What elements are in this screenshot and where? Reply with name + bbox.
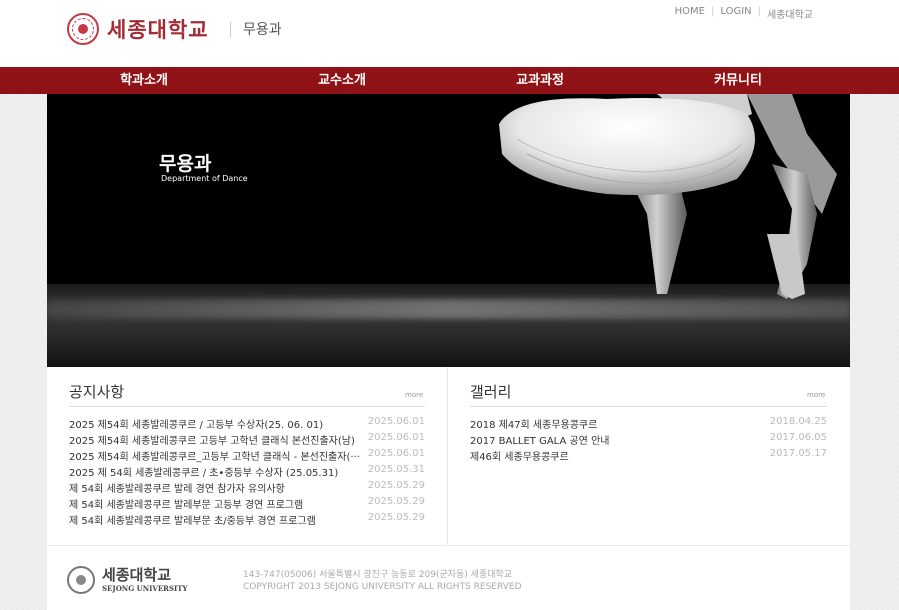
footer-copyright: COPYRIGHT 2013 SEJONG UNIVERSITY ALL RIG… [243, 582, 522, 592]
utility-links: HOME | LOGIN | 세종대학교 [669, 6, 819, 21]
university-logo[interactable]: 세종대학교 [67, 13, 209, 45]
department-name[interactable]: 무용과 [230, 22, 282, 38]
logo-text: 세종대학교 [107, 18, 209, 42]
item-title: 2025 제 54회 세종발레콩쿠르 / 초•중등부 수상자 (25.05.31… [69, 468, 339, 479]
item-date: 2025.06.01 [367, 432, 425, 443]
item-date: 2025.06.01 [367, 416, 425, 427]
university-seal-icon [67, 13, 99, 45]
header: 세종대학교 무용과 HOME | LOGIN | 세종대학교 [0, 0, 899, 67]
footer: 세종대학교 SEJONG UNIVERSITY 143-747(05006) 서… [47, 545, 850, 610]
list-item[interactable]: 2025 제54회 세종발레콩쿠르 / 고등부 수상자(25. 06. 01) 2… [69, 416, 425, 431]
list-item[interactable]: 제 54회 세종발레콩쿠르 발레부문 고등부 경연 프로그램 2025.05.29 [69, 496, 425, 511]
home-link[interactable]: HOME [669, 6, 711, 21]
notice-rule [69, 406, 425, 407]
item-title: 2025 제54회 세종발레콩쿠르_고등부 고학년 클래식 - 본선진출자(··… [69, 452, 360, 463]
list-item[interactable]: 2025 제 54회 세종발레콩쿠르 / 초•중등부 수상자 (25.05.31… [69, 464, 425, 479]
university-link[interactable]: 세종대학교 [761, 6, 819, 21]
nav-item-about[interactable]: 학과소개 [44, 67, 244, 94]
item-date: 2017.05.17 [769, 448, 827, 459]
footer-university-name: 세종대학교 [102, 566, 172, 584]
item-date: 2025.05.29 [367, 480, 425, 491]
item-title: 2025 제54회 세종발레콩쿠르 / 고등부 수상자(25. 06. 01) [69, 420, 324, 431]
list-item[interactable]: 2017 BALLET GALA 공연 안내 2017.06.05 [470, 432, 827, 447]
item-date: 2018.04.25 [769, 416, 827, 427]
item-title: 제 54회 세종발레콩쿠르 발레부문 고등부 경연 프로그램 [69, 500, 304, 511]
item-title: 2017 BALLET GALA 공연 안내 [470, 436, 610, 447]
item-title: 제 54회 세종발레콩쿠르 발레 경연 참가자 유의사항 [69, 484, 285, 495]
notice-more-link[interactable]: more [405, 391, 423, 399]
list-item[interactable]: 2018 제47회 세종무용콩쿠르 2018.04.25 [470, 416, 827, 431]
hero-title: 무용과 [159, 153, 212, 175]
gallery-title: 갤러리 [470, 383, 512, 401]
nav-item-faculty[interactable]: 교수소개 [242, 67, 442, 94]
hero-banner: 무용과 Department of Dance [47, 94, 850, 367]
list-item[interactable]: 2025 제54회 세종발레콩쿠르 고등부 고학년 클래식 본선진출자(남) 20… [69, 432, 425, 447]
item-title: 제 54회 세종발레콩쿠르 발레부문 초/중등부 경연 프로그램 [69, 516, 316, 527]
item-title: 2025 제54회 세종발레콩쿠르 고등부 고학년 클래식 본선진출자(남) [69, 436, 355, 447]
main-nav: 학과소개 교수소개 교과과정 커뮤니티 [0, 67, 899, 94]
ballerina-image [499, 94, 837, 299]
list-item[interactable]: 제 54회 세종발레콩쿠르 발레 경연 참가자 유의사항 2025.05.29 [69, 480, 425, 495]
item-date: 2025.05.29 [367, 496, 425, 507]
content-area: 공지사항 more 2025 제54회 세종발레콩쿠르 / 고등부 수상자(25… [47, 367, 850, 545]
item-date: 2017.06.05 [769, 432, 827, 443]
login-link[interactable]: LOGIN [714, 6, 757, 21]
item-date: 2025.05.29 [367, 512, 425, 523]
item-date: 2025.05.31 [367, 464, 425, 475]
footer-address: 143-747(05006) 서울특별시 광진구 능동로 209(군자동) 세종… [243, 570, 513, 580]
nav-item-community[interactable]: 커뮤니티 [638, 67, 838, 94]
notice-title: 공지사항 [69, 383, 125, 401]
footer-seal-icon [67, 566, 95, 594]
gallery-more-link[interactable]: more [807, 391, 825, 399]
item-date: 2025.06.01 [367, 448, 425, 459]
nav-item-curriculum[interactable]: 교과과정 [440, 67, 640, 94]
gallery-rule [470, 406, 827, 407]
hero-subtitle: Department of Dance [161, 174, 248, 183]
footer-university-eng: SEJONG UNIVERSITY [102, 584, 188, 593]
list-item[interactable]: 2025 제54회 세종발레콩쿠르_고등부 고학년 클래식 - 본선진출자(··… [69, 448, 425, 463]
item-title: 제46회 세종무용콩쿠르 [470, 452, 569, 463]
list-item[interactable]: 제 54회 세종발레콩쿠르 발레부문 초/중등부 경연 프로그램 2025.05.… [69, 512, 425, 527]
list-item[interactable]: 제46회 세종무용콩쿠르 2017.05.17 [470, 448, 827, 463]
item-title: 2018 제47회 세종무용콩쿠르 [470, 420, 598, 431]
column-divider [447, 367, 448, 545]
